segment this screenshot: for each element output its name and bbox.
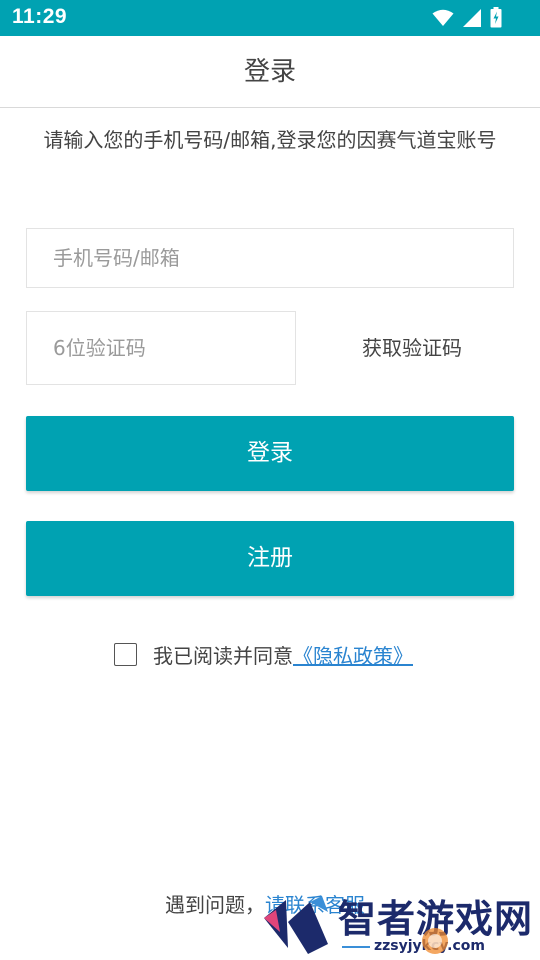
wifi-icon [432,9,454,31]
get-code-button[interactable]: 获取验证码 [330,311,494,385]
contact-support-link[interactable]: 请联系客服 [265,893,365,917]
watermark-badge-icon [420,926,450,960]
agreement-checkbox[interactable] [114,642,137,666]
help-row: 遇到问题，请联系客服 [165,889,365,918]
status-bar: 11:29 [0,0,540,36]
battery-icon [490,7,502,32]
watermark-name: 智者游戏网 [338,897,534,941]
register-button[interactable]: 注册 [26,521,514,596]
login-button[interactable]: 登录 [26,416,514,491]
page-title: 登录 [243,57,296,87]
watermark-divider [342,946,370,948]
watermark-url: zzsyjykcy.com [374,938,485,954]
help-text: 遇到问题， [165,893,265,917]
account-input[interactable] [26,228,514,288]
status-time: 11:29 [12,5,68,28]
signal-icon [462,8,482,32]
title-bar: 登录 [0,36,540,108]
login-instruction: 请输入您的手机号码/邮箱,登录您的因赛气道宝账号 [43,128,497,152]
agreement-row: 我已阅读并同意 《隐私政策》 [114,640,413,669]
privacy-policy-link[interactable]: 《隐私政策》 [293,640,413,669]
agreement-text: 我已阅读并同意 [153,643,293,668]
status-icons [432,7,502,32]
verification-code-input[interactable] [26,311,296,385]
